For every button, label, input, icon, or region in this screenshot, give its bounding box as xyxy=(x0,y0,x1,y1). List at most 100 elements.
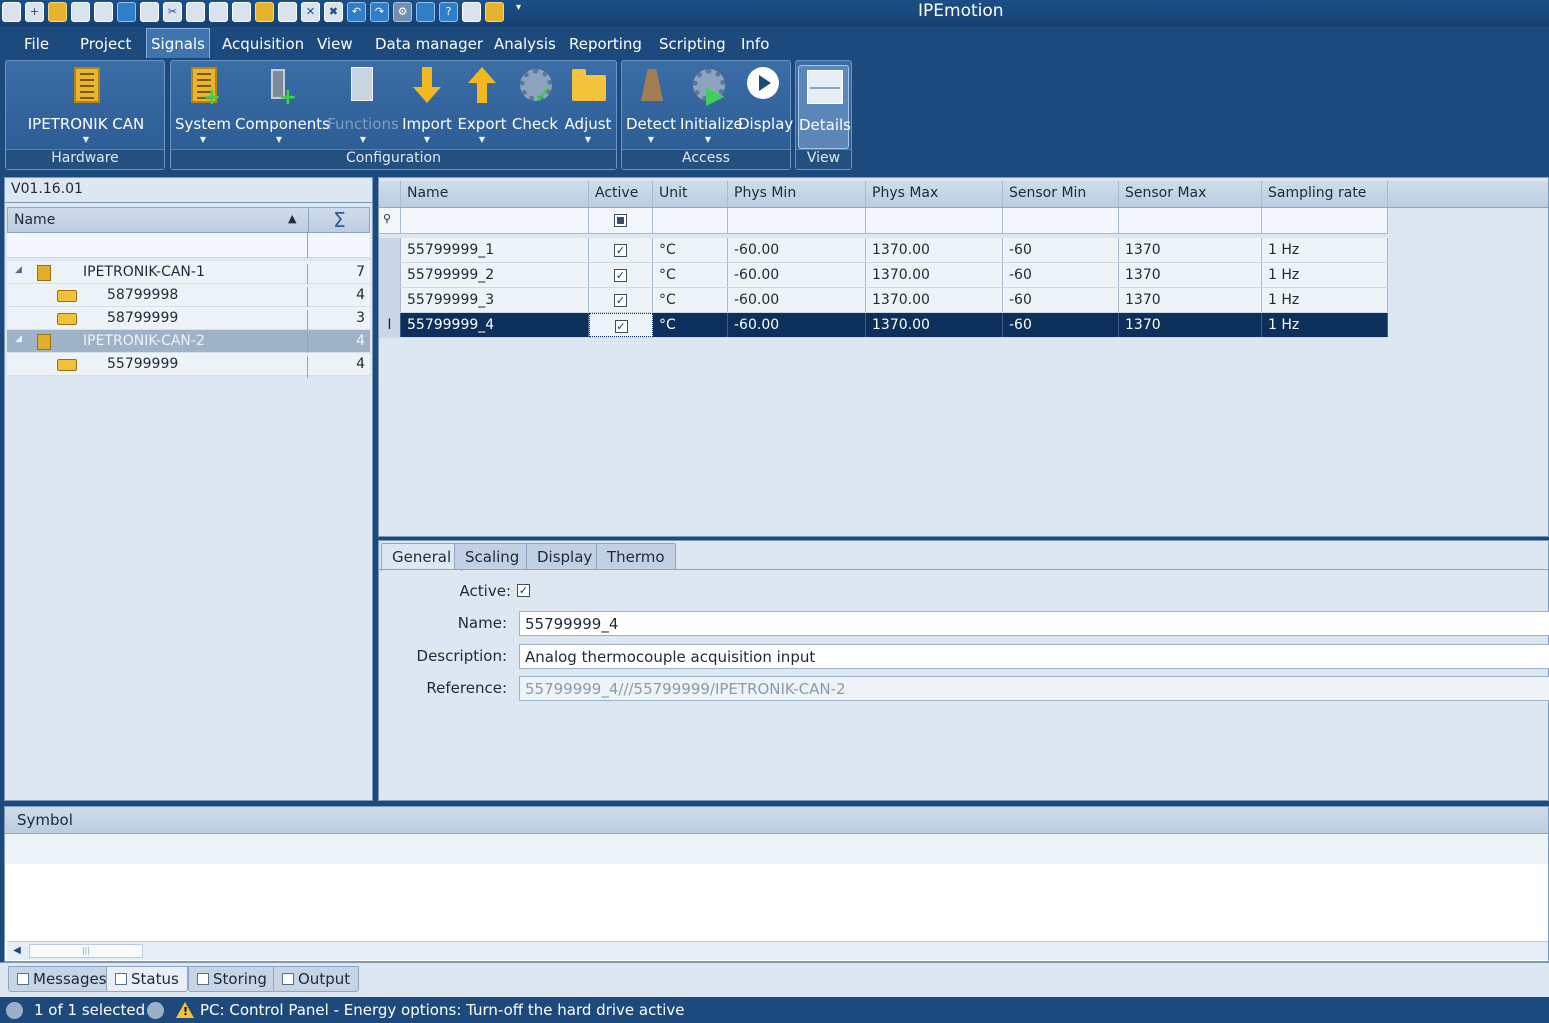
menu-project[interactable]: Project xyxy=(76,33,135,57)
row-edit-cursor[interactable]: I xyxy=(379,313,401,337)
detect-button[interactable]: Detect ▼ xyxy=(624,65,678,149)
tree-row-system-selected[interactable]: ◢ IPETRONIK-CAN-2 4 xyxy=(7,330,370,355)
tree-column-name[interactable]: Name xyxy=(14,212,55,228)
adjust-button[interactable]: Adjust ▼ xyxy=(563,65,613,149)
next-icon[interactable] xyxy=(147,1002,164,1019)
tab-status[interactable]: Status xyxy=(106,966,188,992)
print-icon[interactable] xyxy=(140,2,159,22)
column-sensor-min[interactable]: Sensor Min xyxy=(1003,181,1119,207)
initialize-button[interactable]: ▶ Initialize ▼ xyxy=(680,65,743,149)
column-phys-min[interactable]: Phys Min xyxy=(728,181,866,207)
menu-reporting[interactable]: Reporting xyxy=(565,33,646,57)
active-checkbox-detail[interactable]: ✓ xyxy=(517,584,530,597)
menu-data-manager[interactable]: Data manager xyxy=(371,33,487,57)
column-active[interactable]: Active xyxy=(589,181,653,207)
tab-messages[interactable]: Messages xyxy=(8,966,116,992)
filter-checkbox[interactable] xyxy=(614,213,627,227)
active-checkbox[interactable]: ✓ xyxy=(614,243,627,257)
column-phys-max[interactable]: Phys Max xyxy=(866,181,1003,207)
filter-sensor-min[interactable] xyxy=(1003,208,1119,233)
filter-active[interactable] xyxy=(589,208,653,233)
delete-all-icon[interactable]: ✖ xyxy=(324,2,343,22)
tab-scaling[interactable]: Scaling xyxy=(454,543,531,569)
filter-icon[interactable]: ⚲ xyxy=(379,208,401,233)
tab-display[interactable]: Display xyxy=(526,543,604,569)
filter-name[interactable] xyxy=(401,208,589,233)
auto-icon[interactable] xyxy=(117,2,136,22)
column-sampling-rate[interactable]: Sampling rate xyxy=(1262,181,1388,207)
name-field[interactable] xyxy=(519,611,1549,636)
save-icon[interactable] xyxy=(71,2,90,22)
active-checkbox[interactable]: ✓ xyxy=(614,293,627,307)
tab-storing[interactable]: Storing xyxy=(188,966,276,992)
redo-icon[interactable]: ↷ xyxy=(370,2,389,22)
horizontal-scrollbar[interactable]: ◀ ||| xyxy=(7,941,1548,960)
tree-row-system[interactable]: ◢ IPETRONIK-CAN-1 7 xyxy=(7,261,370,286)
tree-row-module[interactable]: 55799999 4 xyxy=(7,353,370,378)
table-row[interactable]: 55799999_3 ✓ °C -60.00 1370.00 -60 1370 … xyxy=(379,288,1388,313)
menu-file[interactable]: File xyxy=(20,33,53,57)
reference-field[interactable] xyxy=(519,676,1549,701)
qat-customize-icon[interactable]: ▾ xyxy=(516,2,521,22)
table-row[interactable]: 55799999_2 ✓ °C -60.00 1370.00 -60 1370 … xyxy=(379,263,1388,288)
menu-scripting[interactable]: Scripting xyxy=(655,33,730,57)
add-icon[interactable]: + xyxy=(25,2,44,22)
new-icon[interactable] xyxy=(2,2,21,22)
delete-icon[interactable]: ✕ xyxy=(301,2,320,22)
column-name[interactable]: Name xyxy=(401,181,589,207)
column-sensor-max[interactable]: Sensor Max xyxy=(1119,181,1262,207)
import-button[interactable]: Import ▼ xyxy=(401,65,453,149)
import-icon[interactable] xyxy=(278,2,297,22)
details-button[interactable]: Details xyxy=(798,65,851,149)
menu-analysis[interactable]: Analysis xyxy=(490,33,560,57)
sum-icon[interactable]: Σ xyxy=(308,208,370,232)
menu-info[interactable]: Info xyxy=(737,33,773,57)
menu-view[interactable]: View xyxy=(313,33,357,57)
expand-triangle-icon[interactable]: ◢ xyxy=(15,265,22,275)
undo-icon[interactable]: ↶ xyxy=(347,2,366,22)
functions-button[interactable]: Functions ▼ xyxy=(327,65,399,149)
help-icon[interactable]: ? xyxy=(439,2,458,22)
menu-acquisition[interactable]: Acquisition xyxy=(218,33,308,57)
table-row[interactable]: 55799999_1 ✓ °C -60.00 1370.00 -60 1370 … xyxy=(379,238,1388,263)
tab-general[interactable]: General xyxy=(381,543,463,571)
display-button[interactable]: Display xyxy=(738,65,793,149)
filter-phys-max[interactable] xyxy=(866,208,1003,233)
export-button[interactable]: Export ▼ xyxy=(457,65,507,149)
tree-filter-row[interactable] xyxy=(7,233,370,258)
filter-phys-min[interactable] xyxy=(728,208,866,233)
column-unit[interactable]: Unit xyxy=(653,181,728,207)
symbol-column-header[interactable]: Symbol xyxy=(5,807,1548,834)
menu-signals[interactable]: Signals xyxy=(146,28,210,58)
tab-output[interactable]: Output xyxy=(273,966,360,992)
components-button[interactable]: + Components ▼ xyxy=(235,65,330,149)
filter-sensor-max[interactable] xyxy=(1119,208,1262,233)
active-checkbox[interactable]: ✓ xyxy=(614,319,628,333)
active-checkbox[interactable]: ✓ xyxy=(614,268,627,282)
tree-row-module[interactable]: 58799998 4 xyxy=(7,284,370,309)
paste-icon[interactable] xyxy=(209,2,228,22)
paste-special-icon[interactable] xyxy=(232,2,251,22)
save-as-icon[interactable] xyxy=(94,2,113,22)
tree-row-module[interactable]: 58799999 3 xyxy=(7,307,370,332)
open-folder-icon[interactable] xyxy=(48,2,67,22)
scroll-thumb[interactable]: ||| xyxy=(29,944,143,958)
hand-icon[interactable] xyxy=(485,2,504,22)
check-button[interactable]: ✓ Check xyxy=(511,65,559,149)
export-icon[interactable] xyxy=(255,2,274,22)
description-field[interactable] xyxy=(519,644,1549,669)
scroll-left-icon[interactable]: ◀ xyxy=(7,942,27,960)
previous-icon[interactable] xyxy=(6,1002,23,1019)
symbol-filter-row[interactable] xyxy=(5,834,1548,864)
cut-icon[interactable]: ✂ xyxy=(163,2,182,22)
filter-sampling-rate[interactable] xyxy=(1262,208,1388,233)
filter-unit[interactable] xyxy=(653,208,728,233)
picture-icon[interactable] xyxy=(462,2,481,22)
system-button[interactable]: + System ▼ xyxy=(175,65,231,149)
copy-icon[interactable] xyxy=(186,2,205,22)
ipetronik-can-button[interactable]: IPETRONIK CAN ▼ xyxy=(14,65,158,149)
tab-thermo[interactable]: Thermo xyxy=(596,543,676,569)
expand-triangle-icon[interactable]: ◢ xyxy=(15,334,22,344)
table-row-selected[interactable]: I 55799999_4 ✓ °C -60.00 1370.00 -60 137… xyxy=(379,313,1388,338)
settings-icon[interactable]: ⚙ xyxy=(393,2,412,22)
